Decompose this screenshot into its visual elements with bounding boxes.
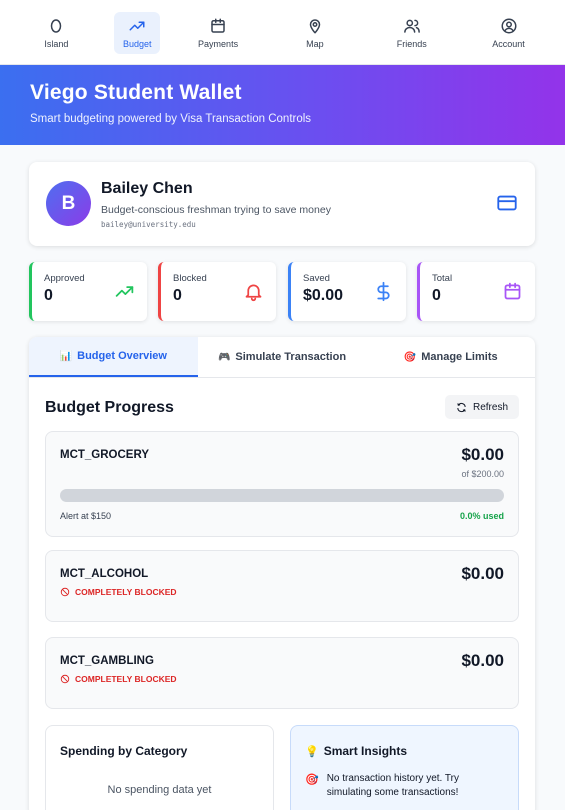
chart-icon: 📊: [59, 350, 73, 362]
smart-insights-card: 💡 Smart Insights 🎯 No transaction history…: [290, 725, 519, 810]
tab-label: Budget Overview: [77, 350, 167, 362]
budget-amount: $0.00: [461, 651, 504, 670]
tab-budget-overview[interactable]: 📊 Budget Overview: [29, 337, 198, 377]
progress-bar: [60, 489, 504, 502]
card-button[interactable]: [496, 192, 518, 214]
header-banner: Viego Student Wallet Smart budgeting pow…: [0, 65, 565, 145]
calendar-icon: [504, 282, 521, 300]
calendar-icon: [211, 18, 225, 33]
nav-label: Payments: [198, 39, 239, 49]
nav-label: Friends: [396, 39, 427, 49]
tab-bar: 📊 Budget Overview 🎮 Simulate Transaction…: [29, 337, 535, 378]
nav-item-friends[interactable]: Friends: [373, 12, 451, 54]
dollar-icon: [377, 281, 390, 302]
stat-blocked: Blocked 0: [158, 262, 276, 321]
bell-icon: [245, 284, 262, 302]
blocked-status: COMPLETELY BLOCKED: [60, 587, 177, 597]
trend-up-icon: [129, 21, 145, 31]
tab-simulate-transaction[interactable]: 🎮 Simulate Transaction: [198, 337, 367, 377]
page-title: Viego Student Wallet: [30, 81, 242, 104]
budget-amount: $0.00: [461, 445, 504, 464]
nav-item-budget[interactable]: Budget: [114, 12, 161, 54]
profile-description: Budget-conscious freshman trying to save…: [101, 204, 331, 216]
tab-manage-limits[interactable]: 🎯 Manage Limits: [366, 337, 535, 377]
target-icon: 🎯: [305, 774, 319, 786]
stat-approved: Approved 0: [29, 262, 147, 321]
nav-label: Budget: [122, 39, 152, 49]
spending-title: Spending by Category: [60, 744, 188, 758]
nav-item-payments[interactable]: Payments: [179, 12, 257, 54]
budget-card-alcohol: MCT_ALCOHOL $0.00 COMPLETELY BLOCKED: [45, 550, 519, 622]
credit-card-icon: [497, 195, 517, 211]
refresh-icon: [457, 402, 466, 412]
insights-title-row: 💡 Smart Insights: [305, 744, 407, 758]
refresh-label: Refresh: [472, 401, 508, 413]
section-title: Budget Progress: [45, 399, 174, 416]
profile-email: bailey@university.edu: [101, 220, 196, 229]
insight-item: 🎯 No transaction history yet. Try simula…: [305, 772, 497, 800]
top-nav: Island Budget Payments Map Friends Accou…: [0, 0, 565, 65]
alert-threshold: Alert at $150: [60, 511, 112, 521]
nav-item-island[interactable]: Island: [17, 12, 95, 54]
budget-name: MCT_ALCOHOL: [60, 568, 149, 580]
budget-amount: $0.00: [461, 564, 504, 583]
profile-card: B Bailey Chen Budget-conscious freshman …: [29, 162, 535, 246]
blocked-status: COMPLETELY BLOCKED: [60, 674, 177, 684]
users-icon: [403, 19, 420, 33]
page-subtitle: Smart budgeting powered by Visa Transact…: [30, 113, 312, 125]
spending-empty-text: No spending data yet: [107, 784, 212, 796]
gamepad-icon: 🎮: [217, 351, 231, 363]
blocked-label: COMPLETELY BLOCKED: [75, 674, 177, 684]
island-icon: [51, 19, 62, 33]
target-icon: 🎯: [403, 351, 417, 363]
ban-icon: [60, 674, 70, 684]
nav-item-map[interactable]: Map: [276, 12, 354, 54]
stat-saved: Saved $0.00: [288, 262, 406, 321]
budget-card-gambling: MCT_GAMBLING $0.00 COMPLETELY BLOCKED: [45, 637, 519, 709]
refresh-button[interactable]: Refresh: [445, 395, 519, 419]
nav-item-account[interactable]: Account: [470, 12, 548, 54]
map-pin-icon: [309, 19, 321, 34]
nav-label: Account: [492, 39, 525, 49]
budget-card-grocery: MCT_GROCERY $0.00 of $200.00 Alert at $1…: [45, 431, 519, 537]
tab-label: Manage Limits: [421, 351, 498, 363]
nav-label: Map: [306, 39, 324, 49]
used-percent: 0.0% used: [459, 511, 504, 521]
spending-by-category-card: Spending by Category No spending data ye…: [45, 725, 274, 810]
budget-name: MCT_GROCERY: [60, 449, 150, 461]
insights-title: Smart Insights: [323, 744, 408, 758]
main-panel: 📊 Budget Overview 🎮 Simulate Transaction…: [29, 337, 535, 810]
account-icon: [501, 18, 517, 34]
insight-text: No transaction history yet. Try simulati…: [326, 773, 459, 798]
ban-icon: [60, 587, 70, 597]
budget-name: MCT_GAMBLING: [60, 655, 154, 667]
blocked-label: COMPLETELY BLOCKED: [75, 587, 177, 597]
lightbulb-icon: 💡: [305, 746, 319, 758]
trend-up-icon: [115, 286, 134, 297]
budget-limit: of $200.00: [461, 469, 504, 479]
tab-label: Simulate Transaction: [235, 351, 347, 363]
nav-label: Island: [44, 39, 69, 49]
stat-total: Total 0: [417, 262, 535, 321]
avatar: B: [46, 181, 91, 226]
profile-name: Bailey Chen: [101, 180, 193, 197]
